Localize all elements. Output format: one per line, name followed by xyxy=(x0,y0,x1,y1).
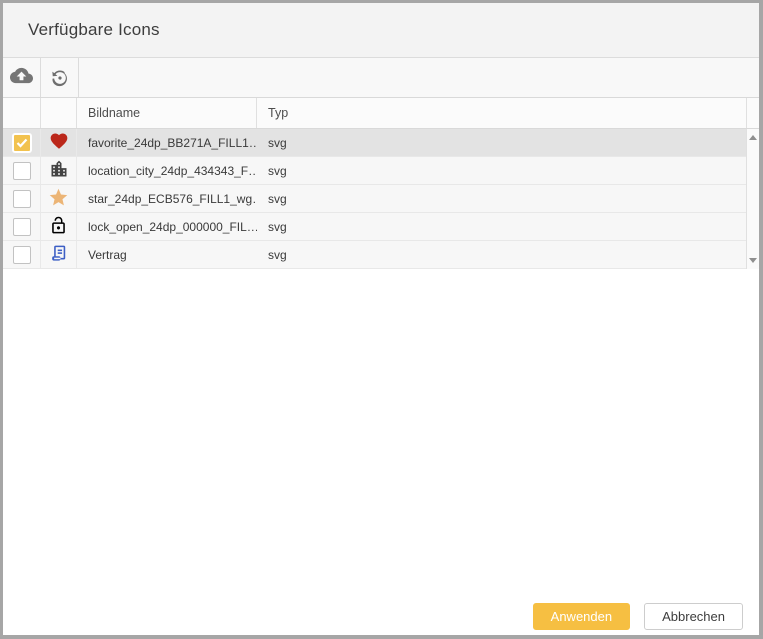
table-row[interactable]: favorite_24dp_BB271A_FILL1… svg xyxy=(3,129,746,157)
table-body: favorite_24dp_BB271A_FILL1… svg location… xyxy=(3,129,759,269)
column-header-bildname[interactable]: Bildname xyxy=(77,98,257,128)
typ-cell: svg xyxy=(257,241,746,268)
table-row[interactable]: star_24dp_ECB576_FILL1_wg… svg xyxy=(3,185,746,213)
table-row[interactable]: Vertrag svg xyxy=(3,241,746,269)
typ-cell: svg xyxy=(257,185,746,212)
typ-cell: svg xyxy=(257,157,746,184)
bildname-cell: favorite_24dp_BB271A_FILL1… xyxy=(77,129,257,156)
column-header-checkbox xyxy=(3,98,41,128)
dialog-titlebar: Verfügbare Icons xyxy=(3,3,759,58)
apply-button[interactable]: Anwenden xyxy=(533,603,630,630)
dialog-title: Verfügbare Icons xyxy=(28,20,160,40)
row-checkbox[interactable] xyxy=(13,246,31,264)
cancel-button[interactable]: Abbrechen xyxy=(644,603,743,630)
restore-icon xyxy=(45,63,73,91)
star-icon xyxy=(48,187,69,211)
table-rows: favorite_24dp_BB271A_FILL1… svg location… xyxy=(3,129,746,269)
bildname-cell: location_city_24dp_434343_F… xyxy=(77,157,257,184)
restore-button[interactable] xyxy=(41,58,79,97)
typ-cell: svg xyxy=(257,129,746,156)
heart-icon xyxy=(49,131,69,154)
column-header-icon xyxy=(41,98,77,128)
row-checkbox[interactable] xyxy=(13,190,31,208)
contract-icon xyxy=(49,244,68,266)
row-checkbox[interactable] xyxy=(12,133,32,153)
bildname-cell: Vertrag xyxy=(77,241,257,268)
scrollbar-header-cap xyxy=(746,98,759,128)
typ-cell: svg xyxy=(257,213,746,240)
checkmark-icon xyxy=(16,138,28,148)
table-row[interactable]: lock_open_24dp_000000_FIL… svg xyxy=(3,213,746,241)
dialog-footer: Anwenden Abbrechen xyxy=(533,603,743,630)
bildname-cell: lock_open_24dp_000000_FIL… xyxy=(77,213,257,240)
city-building-icon xyxy=(49,159,69,182)
table-row[interactable]: location_city_24dp_434343_F… svg xyxy=(3,157,746,185)
scroll-down-icon[interactable] xyxy=(749,258,757,263)
available-icons-dialog: Verfügbare Icons Bildname Typ xyxy=(0,0,763,639)
row-checkbox[interactable] xyxy=(13,218,31,236)
upload-button[interactable] xyxy=(3,58,41,97)
toolbar xyxy=(3,58,759,98)
table-scrollbar[interactable] xyxy=(746,129,759,269)
row-checkbox[interactable] xyxy=(13,162,31,180)
bildname-cell: star_24dp_ECB576_FILL1_wg… xyxy=(77,185,257,212)
lock-open-icon xyxy=(49,216,68,238)
column-header-typ[interactable]: Typ xyxy=(257,98,746,128)
cloud-upload-icon xyxy=(10,64,33,92)
scroll-up-icon[interactable] xyxy=(749,135,757,140)
table-header: Bildname Typ xyxy=(3,98,759,129)
